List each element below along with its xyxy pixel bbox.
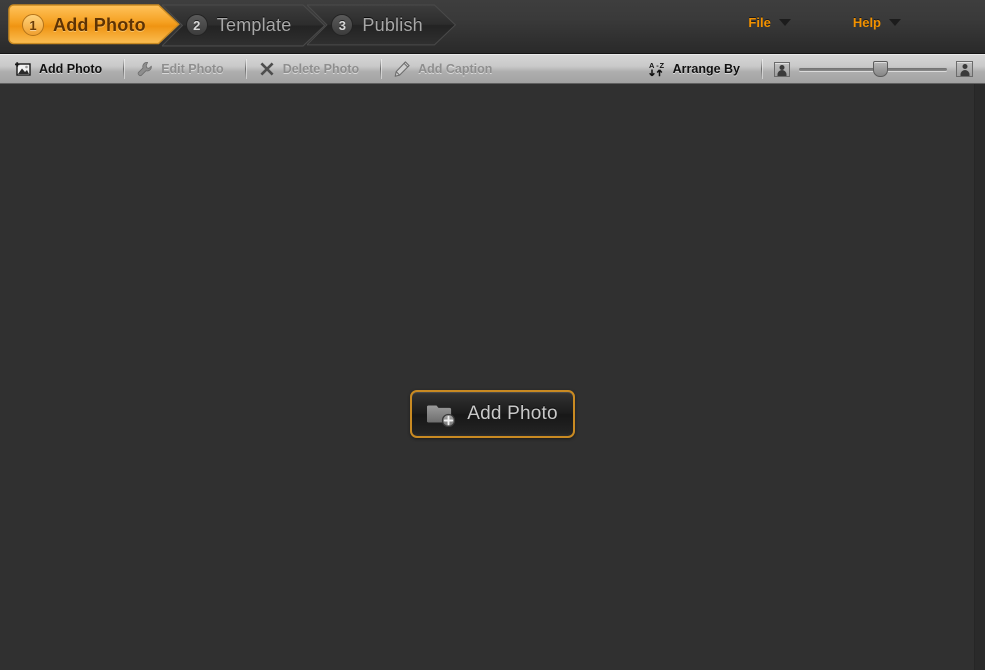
header-menus: File Help xyxy=(748,15,901,30)
photo-canvas[interactable]: Add Photo xyxy=(0,84,985,670)
close-x-icon xyxy=(258,60,276,78)
chevron-down-icon xyxy=(778,19,791,26)
toolbar-arrange-by-button[interactable]: A - Z Arrange By xyxy=(644,55,753,83)
add-photo-icon xyxy=(14,60,32,78)
step-label: Add Photo xyxy=(53,14,146,35)
canvas-add-photo-button[interactable]: Add Photo xyxy=(410,390,575,438)
toolbar-separator xyxy=(761,59,762,79)
menu-file-label: File xyxy=(748,15,771,30)
large-photo-icon xyxy=(956,61,973,77)
toolbar-delete-photo-button[interactable]: Delete Photo xyxy=(254,55,372,83)
toolbar-left-group: Add Photo Edit Photo Delete Photo Add Ca… xyxy=(0,55,505,83)
toolbar: Add Photo Edit Photo Delete Photo Add Ca… xyxy=(0,54,985,84)
toolbar-add-caption-button[interactable]: Add Caption xyxy=(389,55,505,83)
sort-az-icon: A - Z xyxy=(648,60,666,78)
small-photo-icon xyxy=(774,61,790,77)
toolbar-separator xyxy=(244,59,246,79)
canvas-add-photo-label: Add Photo xyxy=(467,403,558,424)
photo-size-slider[interactable] xyxy=(770,61,973,77)
menu-help[interactable]: Help xyxy=(853,15,901,30)
wizard-step-template[interactable]: 2 Template xyxy=(161,4,326,47)
wizard-step-publish[interactable]: 3 Publish xyxy=(307,4,457,46)
step-number-badge: 3 xyxy=(331,14,354,36)
chevron-down-icon xyxy=(889,19,901,26)
toolbar-add-photo-label: Add Photo xyxy=(39,62,103,76)
svg-text:A: A xyxy=(649,61,655,70)
toolbar-add-caption-label: Add Caption xyxy=(418,62,493,76)
toolbar-separator xyxy=(380,59,382,79)
toolbar-delete-photo-label: Delete Photo xyxy=(282,62,360,76)
step-number-badge: 2 xyxy=(185,14,208,36)
toolbar-add-photo-button[interactable]: Add Photo xyxy=(10,55,115,83)
toolbar-separator xyxy=(123,59,125,79)
slider-thumb[interactable] xyxy=(873,61,889,77)
toolbar-edit-photo-label: Edit Photo xyxy=(161,62,224,76)
menu-file[interactable]: File xyxy=(748,15,791,30)
header-bar: 1 Add Photo 2 Template 3 Publish File He… xyxy=(0,0,985,54)
wrench-icon xyxy=(136,60,154,78)
svg-text:Z: Z xyxy=(659,61,664,70)
slider-track[interactable] xyxy=(799,61,947,77)
step-number-badge: 1 xyxy=(22,14,44,36)
step-label: Template xyxy=(216,14,292,35)
toolbar-edit-photo-button[interactable]: Edit Photo xyxy=(132,55,237,83)
canvas-right-edge xyxy=(974,84,985,670)
pencil-icon xyxy=(393,60,411,78)
toolbar-arrange-by-label: Arrange By xyxy=(672,62,740,76)
wizard-steps: 1 Add Photo 2 Template 3 Publish xyxy=(8,4,457,47)
menu-help-label: Help xyxy=(852,15,881,30)
folder-add-icon xyxy=(427,401,457,428)
toolbar-right-group: A - Z Arrange By xyxy=(644,55,985,83)
wizard-step-add-photo[interactable]: 1 Add Photo xyxy=(8,4,180,46)
application-window: 1 Add Photo 2 Template 3 Publish File He… xyxy=(0,0,985,670)
step-label: Publish xyxy=(362,14,423,35)
